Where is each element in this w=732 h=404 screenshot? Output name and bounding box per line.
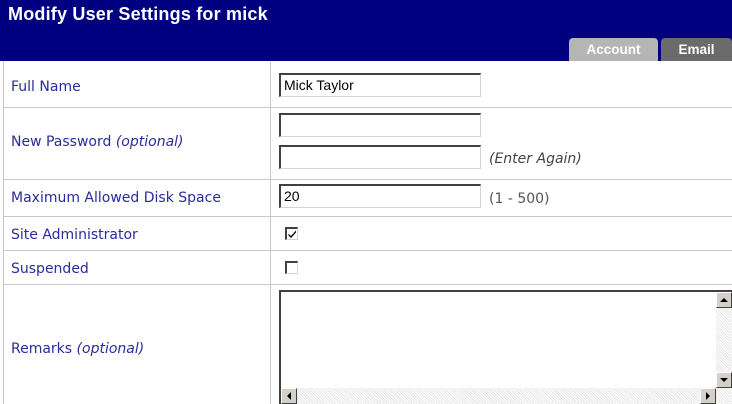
new-password-label: New Password (optional) [11,134,184,150]
row-divider [3,107,732,108]
vertical-scrollbar[interactable] [716,292,732,388]
scroll-left-button[interactable] [281,388,297,404]
remarks-label-text: Remarks [11,341,73,357]
row-divider [3,250,732,251]
suspended-label: Suspended [11,261,89,277]
scroll-right-button[interactable] [700,388,716,404]
row-divider [3,179,732,180]
disk-space-label: Maximum Allowed Disk Space [11,190,221,206]
row-divider [3,216,732,217]
right-arrow-icon [706,392,710,400]
new-password-optional-label: (optional) [115,134,184,150]
remarks-textarea[interactable] [279,290,732,404]
full-name-input[interactable]: Mick Taylor [279,73,481,97]
remarks-label: Remarks (optional) [11,341,144,357]
scroll-down-button[interactable] [716,372,732,388]
confirm-password-input[interactable] [279,145,481,169]
new-password-label-text: New Password [11,134,112,150]
up-arrow-icon [720,298,728,302]
tab-email[interactable]: Email [661,38,732,61]
column-divider [270,62,271,404]
site-admin-label: Site Administrator [11,227,138,243]
disk-space-input[interactable]: 20 [279,184,481,208]
row-divider [3,284,732,285]
scroll-up-button[interactable] [716,292,732,308]
left-arrow-icon [287,392,291,400]
remarks-optional-label: (optional) [76,341,145,357]
disk-space-range-hint: (1 - 500) [489,191,550,207]
confirm-password-hint: (Enter Again) [489,151,582,167]
page-title: Modify User Settings for mick [8,4,268,24]
tab-account[interactable]: Account [569,38,658,61]
site-admin-checkbox[interactable] [285,227,298,240]
suspended-checkbox[interactable] [285,261,298,274]
full-name-label: Full Name [11,79,81,95]
checkmark-icon [288,230,296,238]
page-header: Modify User Settings for mick Account Em… [0,0,732,61]
new-password-input[interactable] [279,113,481,137]
horizontal-scrollbar[interactable] [281,388,732,404]
down-arrow-icon [720,378,728,382]
